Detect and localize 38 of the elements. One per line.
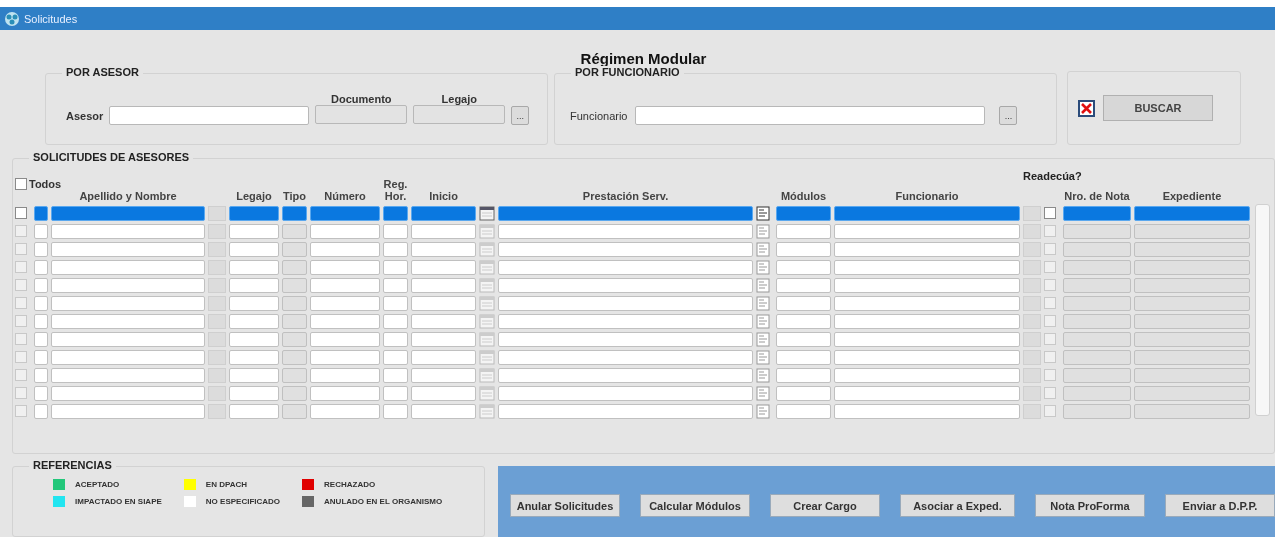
column-header: Readecúa? bbox=[1023, 170, 1083, 182]
panel-legend: SOLICITUDES DE ASESORES bbox=[29, 151, 194, 163]
column-header: Número bbox=[323, 190, 367, 204]
panel-legend: REFERENCIAS bbox=[29, 459, 116, 471]
window-title: Solicitudes bbox=[24, 12, 78, 25]
lookup-button[interactable]: ... bbox=[511, 106, 530, 125]
reference-label: NO ESPECIFICADO bbox=[205, 497, 281, 506]
column-header: Inicio bbox=[428, 190, 459, 204]
buscar-button[interactable]: BUSCAR bbox=[1103, 95, 1213, 121]
reference-label: RECHAZADO bbox=[324, 480, 376, 489]
action-button[interactable]: Asociar a Exped. bbox=[900, 494, 1015, 517]
action-button[interactable]: Anular Solicitudes bbox=[510, 494, 620, 517]
column-header: Reg. Hor. bbox=[383, 178, 408, 204]
column-header: Prestación Serv. bbox=[581, 190, 670, 204]
field-label: Legajo bbox=[441, 92, 477, 105]
reference-label: ANULADO EN EL ORGANISMO bbox=[324, 497, 443, 506]
column-header: Nro. de Nota bbox=[1063, 190, 1131, 204]
panel-legend: POR FUNCIONARIO bbox=[571, 66, 684, 78]
reference-label: IMPACTADO EN SIAPE bbox=[75, 497, 162, 506]
todos-label: Todos bbox=[29, 178, 62, 190]
column-header: Legajo bbox=[235, 190, 273, 204]
column-header: Funcionario bbox=[894, 190, 960, 204]
column-header: Módulos bbox=[779, 190, 828, 204]
field-label: Funcionario bbox=[570, 109, 628, 122]
reference-label: EN DPACH bbox=[205, 480, 247, 489]
column-header: Tipo bbox=[282, 190, 307, 204]
form-title: Régimen Modular bbox=[580, 50, 707, 67]
reference-label: ACEPTADO bbox=[75, 480, 120, 489]
field-label: Asesor bbox=[66, 109, 104, 122]
action-button[interactable]: Calcular Módulos bbox=[640, 494, 750, 517]
column-header: Expediente bbox=[1161, 190, 1223, 204]
lookup-button[interactable]: ... bbox=[999, 106, 1018, 125]
action-button[interactable]: Nota ProForma bbox=[1035, 494, 1145, 517]
panel-legend: POR ASESOR bbox=[62, 66, 143, 78]
action-button[interactable]: Enviar a D.P.P. bbox=[1165, 494, 1275, 517]
field-label: Documento bbox=[331, 92, 392, 105]
column-header: Apellido y Nombre bbox=[78, 190, 178, 204]
action-button[interactable]: Crear Cargo bbox=[770, 494, 880, 517]
